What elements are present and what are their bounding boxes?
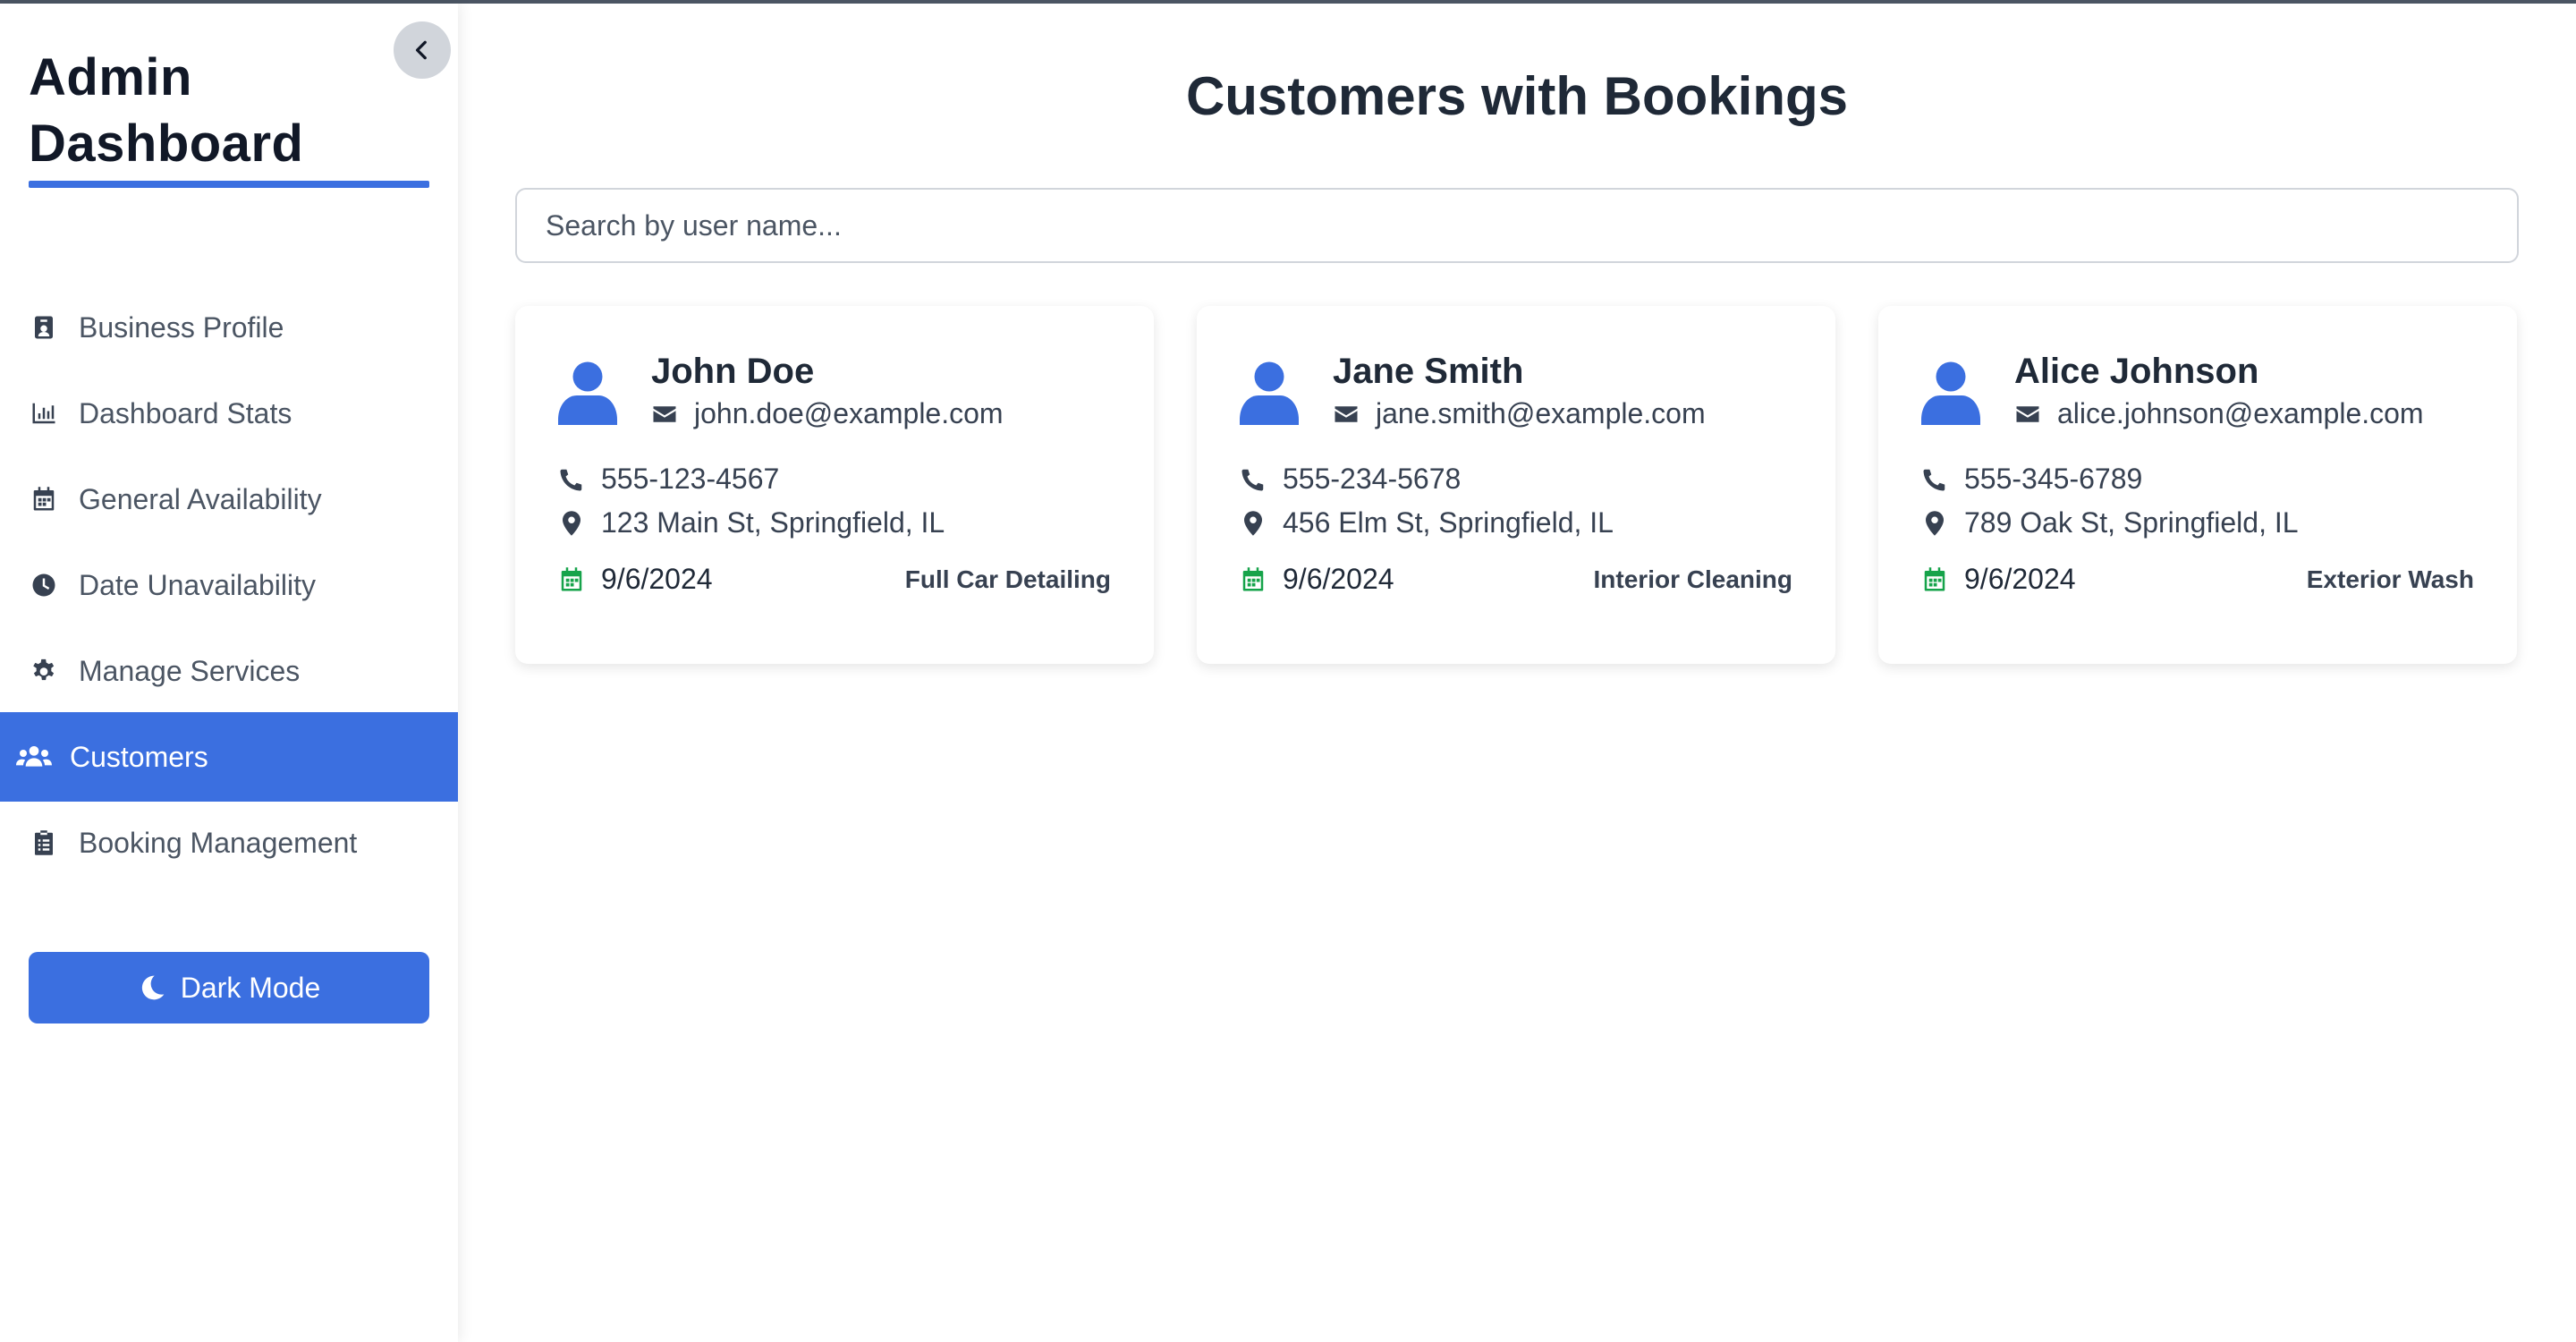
- dark-mode-label: Dark Mode: [180, 971, 321, 1004]
- customer-name: Alice Johnson: [2014, 352, 2259, 391]
- booking-date: 9/6/2024: [601, 563, 713, 595]
- booking-service: Exterior Wash: [2306, 565, 2474, 593]
- sidebar: Admin Dashboard Business Profile Dashboa…: [0, 4, 458, 1342]
- sidebar-item-label: General Availability: [79, 482, 322, 515]
- customer-address: 123 Main St, Springfield, IL: [601, 506, 945, 539]
- map-pin-icon: [1240, 510, 1267, 537]
- card-header: John Doe john.doe@example.com: [558, 349, 1111, 430]
- phone-icon: [558, 466, 585, 493]
- customer-cards: John Doe john.doe@example.com 555-123-45…: [515, 306, 2519, 664]
- map-pin-icon: [1921, 510, 1948, 537]
- sidebar-item-booking-management[interactable]: Booking Management: [0, 798, 458, 888]
- map-pin-icon: [558, 510, 585, 537]
- dark-mode-button[interactable]: Dark Mode: [29, 952, 429, 1023]
- customer-email: alice.johnson@example.com: [2057, 397, 2424, 429]
- brand-title-line2: Dashboard: [29, 115, 304, 173]
- sidebar-item-label: Manage Services: [79, 654, 301, 687]
- customer-phone-row: 555-123-4567: [558, 463, 1111, 496]
- brand: Admin Dashboard: [29, 45, 429, 188]
- brand-title-line1: Admin: [29, 48, 192, 106]
- sidebar-item-business-profile[interactable]: Business Profile: [0, 283, 458, 372]
- calendar-icon: [29, 484, 59, 514]
- sidebar-item-manage-services[interactable]: Manage Services: [0, 626, 458, 716]
- calendar-icon: [1921, 566, 1948, 593]
- moon-icon: [141, 975, 165, 1000]
- customer-address-row: 456 Elm St, Springfield, IL: [1240, 506, 1792, 539]
- sidebar-item-dashboard-stats[interactable]: Dashboard Stats: [0, 369, 458, 458]
- sidebar-item-customers[interactable]: Customers: [0, 712, 458, 802]
- bar-chart-icon: [29, 398, 59, 429]
- calendar-icon: [558, 566, 585, 593]
- booking-footer: 9/6/2024 Full Car Detailing: [558, 563, 1111, 596]
- customer-phone-row: 555-234-5678: [1240, 463, 1792, 496]
- card-header: Alice Johnson alice.johnson@example.com: [1921, 349, 2474, 430]
- clock-icon: [29, 570, 59, 600]
- brand-underline: [29, 181, 429, 188]
- customer-phone: 555-345-6789: [1964, 463, 2143, 495]
- customer-name: John Doe: [651, 352, 815, 391]
- sidebar-item-date-unavailability[interactable]: Date Unavailability: [0, 540, 458, 630]
- customer-card[interactable]: John Doe john.doe@example.com 555-123-45…: [515, 306, 1154, 664]
- page-title: Customers with Bookings: [1185, 66, 1849, 126]
- envelope-icon: [1333, 401, 1360, 428]
- gear-icon: [29, 656, 59, 686]
- sidebar-item-label: Dashboard Stats: [79, 396, 292, 429]
- customer-address: 456 Elm St, Springfield, IL: [1283, 506, 1614, 539]
- customer-phone: 555-123-4567: [601, 463, 780, 495]
- user-icon: [1240, 360, 1302, 429]
- sidebar-item-label: Business Profile: [79, 310, 284, 344]
- customer-email-row: alice.johnson@example.com: [2014, 397, 2424, 430]
- booking-date: 9/6/2024: [1283, 563, 1394, 595]
- customer-email-row: john.doe@example.com: [651, 397, 1004, 430]
- booking-service: Full Car Detailing: [904, 565, 1111, 593]
- sidebar-item-label: Date Unavailability: [79, 568, 317, 601]
- users-icon: [14, 742, 54, 772]
- customer-email: john.doe@example.com: [694, 397, 1004, 429]
- customer-address: 789 Oak St, Springfield, IL: [1964, 506, 2299, 539]
- calendar-icon: [1240, 566, 1267, 593]
- envelope-icon: [2014, 401, 2041, 428]
- customer-email: jane.smith@example.com: [1376, 397, 1706, 429]
- customer-address-row: 123 Main St, Springfield, IL: [558, 506, 1111, 539]
- clipboard-icon: [29, 828, 59, 858]
- phone-icon: [1240, 466, 1267, 493]
- customer-email-row: jane.smith@example.com: [1333, 397, 1706, 430]
- booking-service: Interior Cleaning: [1593, 565, 1792, 593]
- booking-date: 9/6/2024: [1964, 563, 2076, 595]
- sidebar-item-label: Booking Management: [79, 826, 358, 859]
- sidebar-item-general-availability[interactable]: General Availability: [0, 454, 458, 544]
- card-header: Jane Smith jane.smith@example.com: [1240, 349, 1792, 430]
- booking-footer: 9/6/2024 Exterior Wash: [1921, 563, 2474, 596]
- phone-icon: [1921, 466, 1948, 493]
- booking-footer: 9/6/2024 Interior Cleaning: [1240, 563, 1792, 596]
- search-input[interactable]: [515, 188, 2519, 263]
- main-content: Customers with Bookings John Doe john.do…: [515, 4, 2519, 664]
- customer-name: Jane Smith: [1333, 352, 1524, 391]
- envelope-icon: [651, 401, 678, 428]
- id-badge-icon: [29, 312, 59, 343]
- customer-card[interactable]: Jane Smith jane.smith@example.com 555-23…: [1197, 306, 1835, 664]
- user-icon: [1921, 360, 1984, 429]
- customer-address-row: 789 Oak St, Springfield, IL: [1921, 506, 2474, 539]
- sidebar-item-label: Customers: [70, 740, 208, 773]
- sidebar-nav: Business Profile Dashboard Stats General…: [0, 283, 458, 884]
- customer-phone: 555-234-5678: [1283, 463, 1462, 495]
- user-icon: [558, 360, 621, 429]
- customer-phone-row: 555-345-6789: [1921, 463, 2474, 496]
- customer-card[interactable]: Alice Johnson alice.johnson@example.com …: [1878, 306, 2517, 664]
